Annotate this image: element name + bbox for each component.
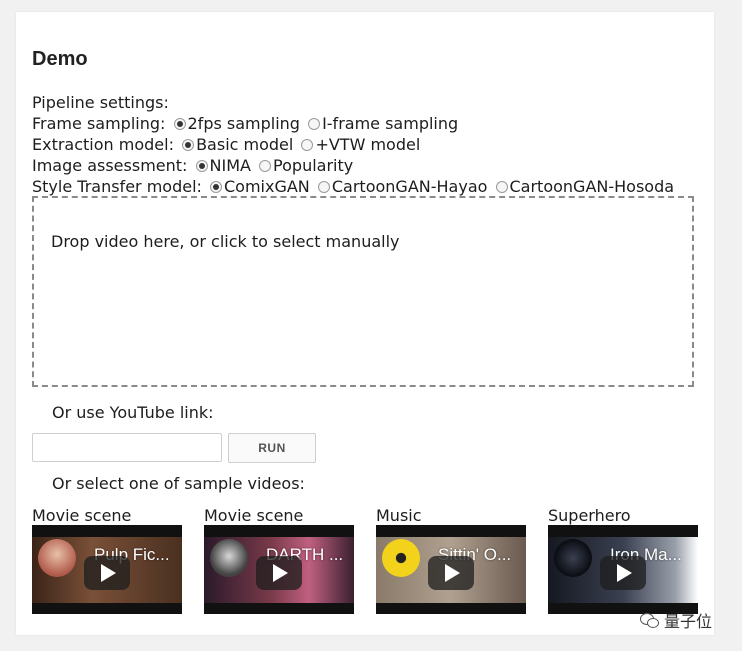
watermark: 量子位: [640, 608, 712, 632]
video-category: Movie scene: [32, 506, 132, 525]
video-category: Music: [376, 506, 422, 525]
option-label: ComixGAN: [224, 177, 310, 196]
frame-sampling-label: Frame sampling:: [32, 114, 166, 133]
extraction-model-label: Extraction model:: [32, 135, 174, 154]
style-transfer-row: Style Transfer model: ComixGAN CartoonGA…: [32, 176, 674, 197]
radio-popularity[interactable]: [259, 160, 272, 172]
play-icon[interactable]: [428, 556, 474, 590]
radio-vtw-model[interactable]: [301, 139, 314, 151]
play-icon[interactable]: [256, 556, 302, 590]
sample-video-3: Music Sittin' O...: [376, 506, 526, 614]
watermark-text: 量子位: [664, 612, 713, 631]
pipeline-settings: Pipeline settings: Frame sampling: 2fps …: [32, 92, 674, 197]
channel-avatar: [210, 539, 248, 577]
option-label: +VTW model: [315, 135, 421, 154]
radio-basic-model[interactable]: [182, 139, 195, 151]
play-icon[interactable]: [600, 556, 646, 590]
youtube-link-label: Or use YouTube link:: [52, 403, 214, 422]
settings-heading: Pipeline settings:: [32, 93, 169, 112]
option-label: I-frame sampling: [322, 114, 459, 133]
video-category: Superhero: [548, 506, 631, 525]
option-label: NIMA: [209, 156, 251, 175]
video-category: Movie scene: [204, 506, 304, 525]
option-label: Basic model: [196, 135, 294, 154]
image-assessment-label: Image assessment:: [32, 156, 188, 175]
frame-sampling-row: Frame sampling: 2fps sampling I-frame sa…: [32, 113, 674, 134]
page-title: Demo: [32, 48, 88, 70]
dropzone-text: Drop video here, or click to select manu…: [51, 232, 400, 251]
sample-video-4: Superhero Iron Ma...: [548, 506, 698, 614]
radio-2fps-sampling[interactable]: [173, 118, 186, 130]
channel-avatar: [382, 539, 420, 577]
demo-card: Demo Pipeline settings: Frame sampling: …: [16, 12, 714, 635]
run-button[interactable]: RUN: [228, 433, 316, 463]
radio-nima[interactable]: [195, 160, 208, 172]
video-thumbnail[interactable]: Iron Ma...: [548, 525, 698, 614]
wechat-icon: [640, 613, 660, 629]
sample-video-2: Movie scene DARTH ...: [204, 506, 354, 614]
video-thumbnail[interactable]: DARTH ...: [204, 525, 354, 614]
extraction-model-row: Extraction model: Basic model +VTW model: [32, 134, 674, 155]
channel-avatar: [38, 539, 76, 577]
youtube-link-input[interactable]: [32, 433, 222, 462]
option-label: CartoonGAN-Hosoda: [509, 177, 675, 196]
image-assessment-row: Image assessment: NIMA Popularity: [32, 155, 674, 176]
video-thumbnail[interactable]: Sittin' O...: [376, 525, 526, 614]
option-label: 2fps sampling: [187, 114, 300, 133]
radio-cartoongan-hosoda[interactable]: [495, 181, 508, 193]
option-label: CartoonGAN-Hayao: [331, 177, 488, 196]
play-icon[interactable]: [84, 556, 130, 590]
sample-video-1: Movie scene Pulp Fic...: [32, 506, 182, 614]
radio-iframe-sampling[interactable]: [308, 118, 321, 130]
radio-comixgan[interactable]: [210, 181, 222, 193]
radio-cartoongan-hayao[interactable]: [317, 181, 330, 193]
video-dropzone[interactable]: Drop video here, or click to select manu…: [32, 196, 694, 387]
style-transfer-label: Style Transfer model:: [32, 177, 202, 196]
sample-videos-label: Or select one of sample videos:: [52, 474, 305, 493]
channel-avatar: [554, 539, 592, 577]
option-label: Popularity: [273, 156, 354, 175]
video-thumbnail[interactable]: Pulp Fic...: [32, 525, 182, 614]
